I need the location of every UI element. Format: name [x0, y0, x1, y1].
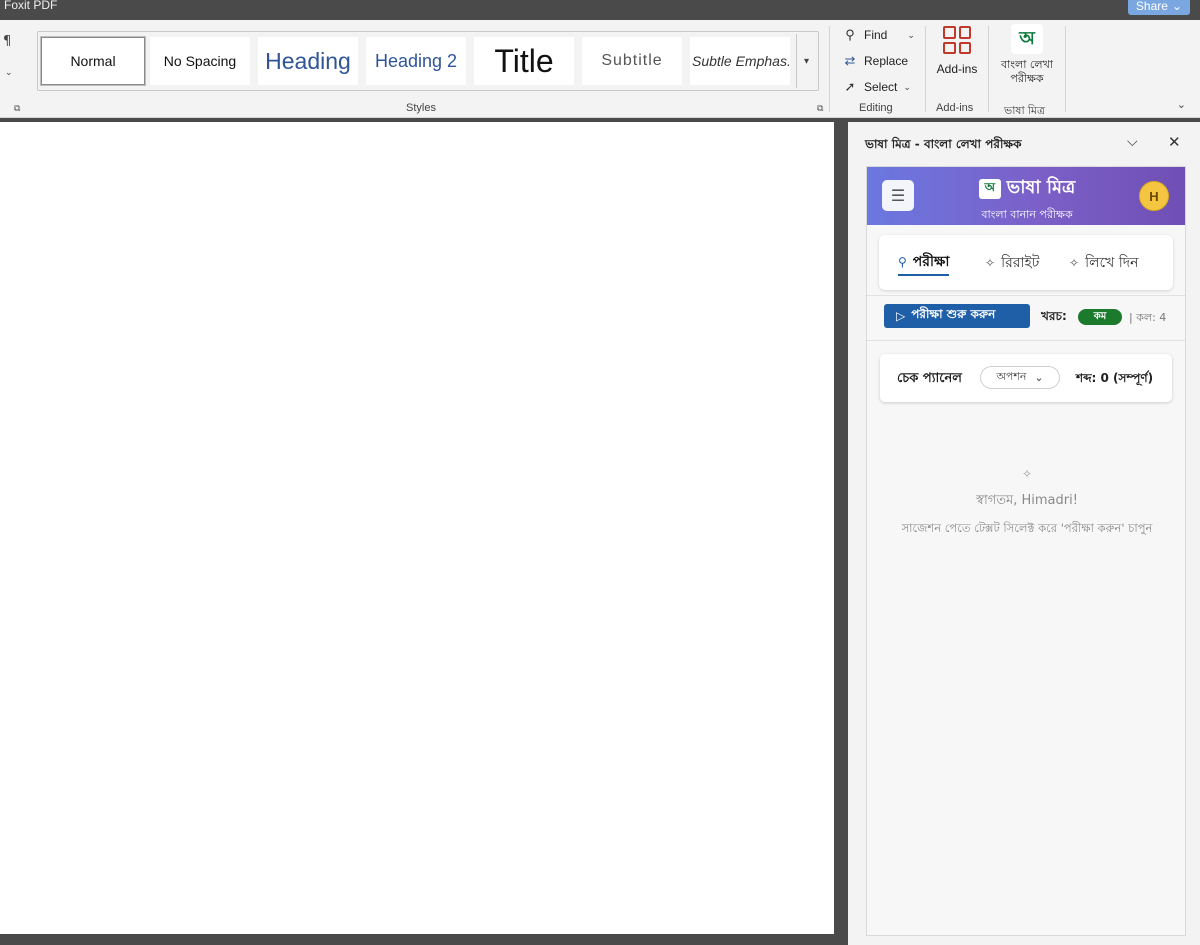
addins-label: Add-ins	[936, 62, 978, 76]
style-no-spacing[interactable]: No Spacing	[150, 37, 250, 85]
styles-group-label: Styles	[406, 102, 436, 114]
mode-tabs: ⚲ পরীক্ষা ✧ রিরাইট ✧ লিখে দিন	[879, 235, 1173, 290]
replace-button[interactable]: ⇄ Replace	[842, 51, 908, 71]
sparkle-icon: ✧	[1069, 256, 1080, 270]
style-subtle-emphasis[interactable]: Subtle Emphas...	[690, 37, 790, 85]
tab-write[interactable]: ✧ লিখে দিন	[1069, 250, 1139, 276]
group-divider	[925, 26, 926, 112]
chevron-down-icon: ⌄	[903, 81, 911, 92]
tab-write-label: লিখে দিন	[1085, 255, 1139, 271]
ribbon: ¶ ⌄ ⧉ Normal No Spacing Heading Heading …	[0, 20, 1200, 118]
styles-dialog-launcher-icon[interactable]: ⧉	[817, 104, 823, 114]
sparkle-icon: ✧	[985, 256, 996, 270]
start-check-label: পরীক্ষা শুরু করুন	[911, 307, 996, 321]
avatar[interactable]: H	[1139, 181, 1169, 211]
title-bar: Foxit PDF Share ⌄	[0, 0, 1200, 20]
share-button[interactable]: Share ⌄	[1127, 0, 1190, 15]
tab-rewrite[interactable]: ✧ রিরাইট	[985, 250, 1039, 276]
show-formatting-icon[interactable]: ¶	[3, 34, 11, 49]
style-heading[interactable]: Heading	[258, 37, 358, 85]
hint-text: সাজেশন পেতে টেক্সট সিলেক্ট করে 'পরীক্ষা …	[901, 521, 1153, 535]
style-heading-2[interactable]: Heading 2	[366, 37, 466, 85]
chevron-down-icon[interactable]: ⌄	[5, 68, 13, 78]
options-dropdown[interactable]: অপশন ⌄	[980, 366, 1060, 389]
find-label: Find	[864, 28, 888, 42]
tab-check-label: পরীক্ষা	[912, 254, 950, 270]
select-button[interactable]: ➚ Select ⌄	[842, 77, 911, 97]
editing-group-label: Editing	[859, 102, 893, 114]
chevron-down-icon[interactable]: ⌄	[907, 30, 915, 41]
play-icon: ▷	[896, 309, 906, 323]
more-arrow-icon: ▾	[803, 55, 810, 67]
replace-label: Replace	[864, 54, 909, 68]
collapse-ribbon-icon[interactable]: ⌄	[1177, 98, 1186, 111]
cursor-icon: ➚	[844, 79, 856, 94]
bangla-checker-button[interactable]: অ বাংলা লেখা পরীক্ষক	[994, 24, 1060, 86]
brand-subtitle: বাংলা বানান পরীক্ষক	[981, 208, 1073, 221]
cost-badge: কম	[1078, 309, 1122, 325]
hamburger-icon: ☰	[890, 186, 906, 205]
chevron-down-icon: ⌄	[1171, 0, 1182, 13]
style-normal[interactable]: Normal	[40, 36, 146, 86]
call-count: | কল: 4	[1129, 311, 1167, 324]
cost-label: খরচ:	[1041, 309, 1067, 323]
tab-check[interactable]: ⚲ পরীক্ষা	[898, 250, 950, 276]
sparkle-icon: ✧	[1021, 467, 1033, 481]
close-icon[interactable]: ✕	[1168, 133, 1181, 151]
addins-grid-icon	[943, 26, 971, 54]
select-label: Select	[864, 80, 898, 94]
task-pane: ভাষা মিত্র - বাংলা লেখা পরীক্ষক ⌵ ✕ ☰ অ …	[848, 122, 1200, 945]
start-check-button[interactable]: ▷ পরীক্ষা শুরু করুন	[884, 304, 1030, 328]
paragraph-group-partial: ¶ ⌄ ⧉	[0, 20, 26, 118]
addins-group-label: Add-ins	[936, 102, 974, 114]
check-panel-title: চেক প্যানেল	[897, 371, 962, 386]
check-panel: চেক প্যানেল অপশন ⌄ শব্দ: 0 (সম্পূর্ণ)	[880, 354, 1172, 402]
brand: অ ভাষা মিত্র বাংলা বানান পরীক্ষক	[937, 173, 1117, 225]
dialog-launcher-icon[interactable]: ⧉	[14, 104, 20, 114]
search-icon: ⚲	[845, 27, 855, 42]
word-count: শব্দ: 0 (সম্পূর্ণ)	[1076, 371, 1154, 385]
bangla-checker-label-line1: বাংলা লেখা	[1000, 58, 1053, 71]
search-icon: ⚲	[898, 255, 907, 269]
styles-gallery: Normal No Spacing Heading Heading 2 Titl…	[37, 31, 819, 91]
tab-rewrite-label: রিরাইট	[1001, 255, 1040, 271]
options-label: অপশন	[996, 370, 1027, 383]
foxit-pdf-tab[interactable]: Foxit PDF	[4, 0, 57, 12]
chevron-down-icon: ⌄	[1034, 371, 1044, 384]
group-divider	[988, 26, 989, 112]
document-page[interactable]	[0, 122, 834, 934]
menu-button[interactable]: ☰	[882, 180, 914, 211]
bhasha-mitra-logo-icon: অ	[1011, 24, 1043, 54]
gallery-more-button[interactable]: ▾	[796, 34, 816, 88]
welcome-message: ✧ স্বাগতম, Himadri! সাজেশন পেতে টেক্সট স…	[867, 467, 1185, 539]
bhasha-mitra-app: ☰ অ ভাষা মিত্র বাংলা বানান পরীক্ষক H ⚲ প…	[866, 166, 1186, 936]
pane-title: ভাষা মিত্র - বাংলা লেখা পরীক্ষক	[865, 137, 1022, 151]
bhasha-mitra-logo-icon: অ	[978, 178, 1001, 199]
style-subtitle[interactable]: Subtitle	[582, 37, 682, 85]
share-label: Share	[1135, 0, 1168, 13]
addins-button[interactable]: Add-ins	[932, 24, 982, 76]
chevron-down-icon[interactable]: ⌵	[1127, 134, 1138, 150]
brand-name: ভাষা মিত্র	[1006, 177, 1076, 198]
find-button[interactable]: ⚲ Find ⌄	[842, 25, 915, 45]
style-title[interactable]: Title	[474, 37, 574, 85]
app-header: ☰ অ ভাষা মিত্র বাংলা বানান পরীক্ষক H	[867, 167, 1185, 225]
group-divider	[1065, 26, 1066, 112]
bangla-checker-label-line2: পরীক্ষক	[1010, 72, 1044, 85]
group-divider	[829, 26, 830, 112]
welcome-text: স্বাগতম, Himadri!	[976, 493, 1078, 508]
replace-icon: ⇄	[844, 53, 856, 68]
action-row: ▷ পরীক্ষা শুরু করুন খরচ: কম | কল: 4	[867, 295, 1185, 341]
